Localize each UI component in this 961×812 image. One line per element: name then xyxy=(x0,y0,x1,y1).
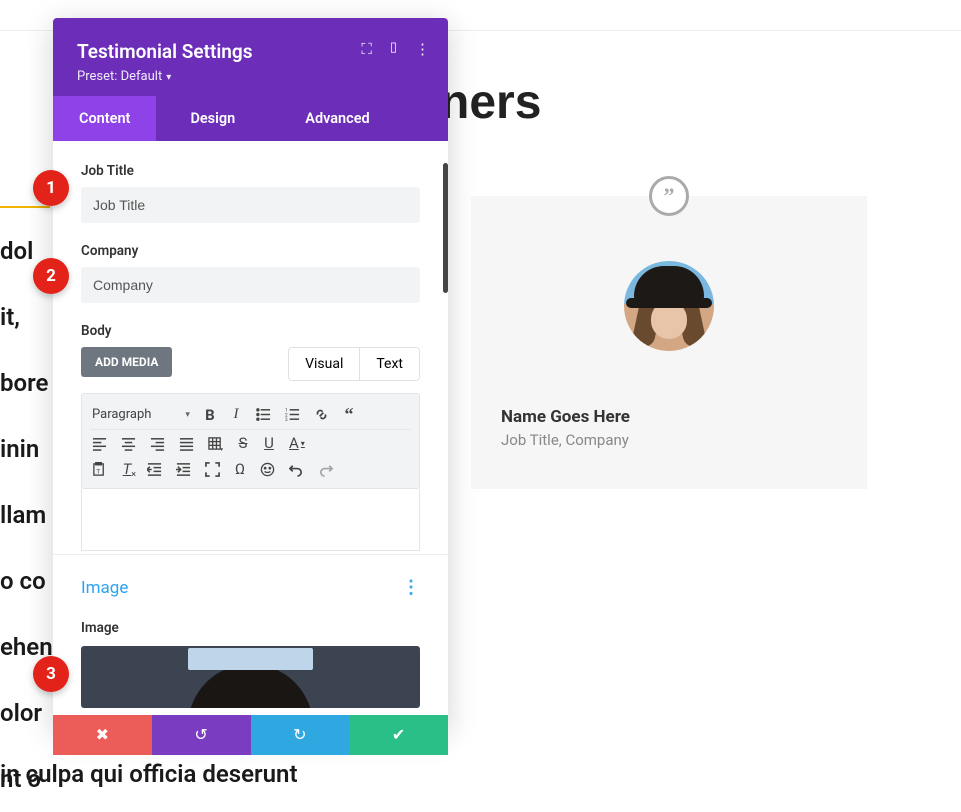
testimonial-preview: ” Name Goes Here Job Title, Company xyxy=(471,196,867,489)
table-icon[interactable]: ▾ xyxy=(208,436,223,451)
image-section-title[interactable]: Image xyxy=(81,578,128,598)
redo-arrow-icon: ↻ xyxy=(293,725,306,745)
job-title-label: Job Title xyxy=(81,163,420,179)
avatar xyxy=(624,261,714,351)
outdent-icon[interactable] xyxy=(147,462,162,477)
add-media-button[interactable]: ADD MEDIA xyxy=(81,347,172,377)
emoji-icon[interactable] xyxy=(260,462,275,477)
body-label: Body xyxy=(81,323,420,339)
background-title-fragment: ners xyxy=(440,75,541,130)
tab-advanced[interactable]: Advanced xyxy=(279,96,395,141)
redo-button[interactable]: ↻ xyxy=(251,715,350,755)
svg-text:▾: ▾ xyxy=(220,447,223,451)
background-divider xyxy=(0,206,50,208)
body-editor[interactable] xyxy=(81,489,420,551)
bullet-list-icon[interactable] xyxy=(256,407,271,422)
strikethrough-icon[interactable]: S xyxy=(237,434,249,452)
undo-icon[interactable] xyxy=(289,462,304,477)
italic-icon[interactable]: I xyxy=(230,406,242,423)
panel-tabs: Content Design Advanced xyxy=(53,96,448,141)
panel-footer: ✖ ↺ ↻ ✔ xyxy=(53,715,448,755)
undo-button[interactable]: ↺ xyxy=(152,715,251,755)
image-section-menu-icon[interactable]: ⋮ xyxy=(402,577,420,598)
svg-text:T: T xyxy=(96,467,100,475)
preview-name: Name Goes Here xyxy=(501,407,837,427)
callout-1: 1 xyxy=(33,170,69,206)
editor-toolbar: Paragraph B I 123 “ ▾ S U A▾ T T× xyxy=(81,393,420,489)
image-label: Image xyxy=(81,620,420,636)
paste-text-icon[interactable]: T xyxy=(92,462,107,477)
paragraph-dropdown[interactable]: Paragraph xyxy=(92,407,190,422)
fullscreen-icon[interactable] xyxy=(205,462,220,477)
numbered-list-icon[interactable]: 123 xyxy=(285,407,300,422)
company-input[interactable] xyxy=(81,267,420,303)
align-justify-icon[interactable] xyxy=(179,436,194,451)
underline-icon[interactable]: U xyxy=(263,434,275,452)
callout-3: 3 xyxy=(33,656,69,692)
undo-arrow-icon: ↺ xyxy=(194,725,207,745)
settings-panel: Testimonial Settings Preset: Default ⛶ ▯… xyxy=(53,18,448,730)
close-icon: ✖ xyxy=(96,725,109,745)
indent-icon[interactable] xyxy=(176,462,191,477)
background-paragraph: dol it, bore inin llam o co ehen olor nt… xyxy=(0,218,60,812)
tablet-icon[interactable]: ▯ xyxy=(390,40,397,58)
redo-icon[interactable] xyxy=(318,462,333,477)
link-icon[interactable] xyxy=(314,407,329,422)
check-icon: ✔ xyxy=(392,725,405,745)
tab-design[interactable]: Design xyxy=(164,96,261,141)
svg-text:3: 3 xyxy=(285,417,288,422)
image-preview[interactable] xyxy=(81,646,420,708)
cancel-button[interactable]: ✖ xyxy=(53,715,152,755)
text-color-icon[interactable]: A▾ xyxy=(289,434,305,452)
image-section: Image ⋮ Image xyxy=(53,554,448,730)
preview-job: Job Title, Company xyxy=(501,431,837,449)
special-char-icon[interactable]: Ω xyxy=(234,460,246,478)
text-tab[interactable]: Text xyxy=(360,348,419,380)
align-center-icon[interactable] xyxy=(121,436,136,451)
panel-body: Job Title Company Body ADD MEDIA Visual … xyxy=(53,141,448,554)
clear-formatting-icon[interactable]: T× xyxy=(121,460,133,478)
company-label: Company xyxy=(81,243,420,259)
align-left-icon[interactable] xyxy=(92,436,107,451)
quote-icon[interactable]: “ xyxy=(343,404,355,425)
tab-content[interactable]: Content xyxy=(53,96,156,141)
background-last-line: in culpa qui officia deserunt xyxy=(0,760,298,788)
preset-dropdown[interactable]: Preset: Default xyxy=(77,69,424,84)
quote-icon: ” xyxy=(649,176,689,216)
visual-tab[interactable]: Visual xyxy=(289,348,360,380)
scrollbar-thumb[interactable] xyxy=(443,163,448,293)
save-button[interactable]: ✔ xyxy=(349,715,448,755)
panel-header: Testimonial Settings Preset: Default ⛶ ▯… xyxy=(53,18,448,96)
bold-icon[interactable]: B xyxy=(204,406,216,424)
kebab-menu-icon[interactable]: ⋮ xyxy=(415,40,430,58)
job-title-input[interactable] xyxy=(81,187,420,223)
editor-mode-tabs: Visual Text xyxy=(288,347,420,381)
callout-2: 2 xyxy=(33,258,69,294)
expand-icon[interactable]: ⛶ xyxy=(361,40,372,58)
align-right-icon[interactable] xyxy=(150,436,165,451)
